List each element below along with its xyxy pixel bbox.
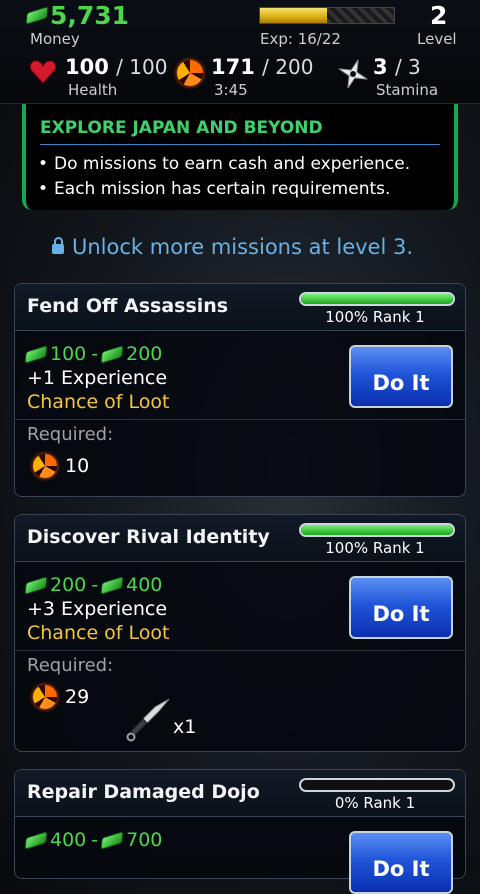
do-it-button[interactable]: Do It: [349, 831, 453, 894]
mastery-bar-fill: [301, 525, 453, 535]
energy-icon: [33, 454, 57, 478]
do-it-label: Do It: [372, 857, 430, 881]
required-label: Required:: [27, 655, 114, 676]
health-label: Health: [68, 81, 118, 99]
do-it-label: Do It: [372, 602, 430, 626]
cash-separator: -: [91, 574, 99, 596]
intro-bullets: Do missions to earn cash and experience.…: [38, 152, 410, 202]
do-it-button[interactable]: Do It: [349, 576, 453, 639]
stamina-max: / 3: [394, 55, 421, 79]
experience-label: Exp: 16/22: [260, 30, 341, 48]
intro-title: EXPLORE JAPAN AND BEYOND: [40, 118, 323, 138]
experience-bar-empty: [327, 8, 394, 23]
energy-required: 29: [65, 686, 90, 708]
money-label: Money: [30, 30, 80, 48]
required-label: Required:: [27, 424, 114, 445]
mastery-bar-fill: [301, 294, 453, 304]
loot-chance: Chance of Loot: [27, 622, 170, 644]
cash-separator: -: [91, 343, 99, 365]
do-it-button[interactable]: Do It: [349, 345, 453, 408]
cash-icon: [101, 831, 123, 849]
cash-icon: [101, 345, 123, 363]
health-value: 100 / 100: [65, 55, 167, 79]
mission-title: Fend Off Assassins: [27, 295, 229, 317]
cash-reward: 400 - 700: [25, 829, 163, 851]
intro-divider: [40, 144, 440, 145]
mission-card: Discover Rival Identity 100% Rank 1 200 …: [14, 514, 466, 752]
mission-card: Fend Off Assassins 100% Rank 1 100 - 200…: [14, 283, 466, 497]
cash-max: 200: [126, 343, 163, 365]
cash-icon: [26, 7, 48, 24]
experience-bar: [259, 7, 395, 24]
cash-max: 700: [126, 829, 163, 851]
mission-title: Discover Rival Identity: [27, 526, 270, 548]
unlock-notice: Unlock more missions at level 3.: [52, 235, 413, 259]
experience-reward: +3 Experience: [27, 598, 168, 620]
energy-required: 10: [65, 455, 90, 477]
heart-icon: [30, 60, 56, 84]
intro-bullet: Do missions to earn cash and experience.: [38, 152, 410, 177]
loot-chance: Chance of Loot: [27, 391, 170, 413]
cash-separator: -: [91, 829, 99, 851]
health-current: 100: [65, 55, 109, 79]
mastery-bar: [299, 292, 455, 306]
required-divider: [15, 650, 465, 651]
energy-icon: [177, 60, 203, 86]
health-max: / 100: [116, 55, 168, 79]
mission-header: Discover Rival Identity 100% Rank 1: [15, 515, 465, 562]
cash-reward: 200 - 400: [25, 574, 163, 596]
stamina-current: 3: [373, 55, 388, 79]
stamina-value: 3 / 3: [373, 55, 421, 79]
intro-bullet: Each mission has certain requirements.: [38, 177, 410, 202]
cash-min: 200: [50, 574, 87, 596]
energy-current: 171: [211, 55, 255, 79]
lock-icon: [52, 237, 64, 254]
cash-icon: [25, 576, 47, 594]
money-value: 5,731: [26, 1, 130, 30]
cash-icon: [25, 831, 47, 849]
energy-icon: [33, 685, 57, 709]
energy-timer: 3:45: [214, 81, 248, 99]
energy-max: / 200: [262, 55, 314, 79]
mission-title: Repair Damaged Dojo: [27, 781, 260, 803]
cash-max: 400: [126, 574, 163, 596]
mastery-rank: 0% Rank 1: [334, 794, 416, 812]
mastery-bar: [299, 523, 455, 537]
mission-card: Repair Damaged Dojo 0% Rank 1 400 - 700 …: [14, 769, 466, 894]
cash-icon: [25, 345, 47, 363]
status-hud: 5,731 Money Exp: 16/22 2 Level 100 / 100…: [0, 0, 480, 104]
mission-header: Fend Off Assassins 100% Rank 1: [15, 284, 465, 331]
item-quantity: x1: [173, 716, 197, 738]
intro-panel: EXPLORE JAPAN AND BEYOND Do missions to …: [22, 104, 458, 210]
cash-min: 100: [50, 343, 87, 365]
cash-reward: 100 - 200: [25, 343, 163, 365]
cash-min: 400: [50, 829, 87, 851]
do-it-label: Do It: [372, 371, 430, 395]
mastery-bar: [299, 778, 455, 792]
experience-bar-fill: [260, 8, 327, 23]
mastery-rank: 100% Rank 1: [325, 539, 425, 557]
required-divider: [15, 419, 465, 420]
unlock-text: Unlock more missions at level 3.: [72, 235, 414, 259]
money-amount: 5,731: [50, 1, 130, 30]
level-label: Level: [417, 30, 457, 48]
mission-header: Repair Damaged Dojo 0% Rank 1: [15, 770, 465, 817]
stamina-label: Stamina: [376, 81, 439, 99]
mastery-rank: 100% Rank 1: [325, 308, 425, 326]
shuriken-icon: [338, 59, 368, 89]
experience-reward: +1 Experience: [27, 367, 168, 389]
cash-icon: [101, 576, 123, 594]
energy-value: 171 / 200: [211, 55, 313, 79]
level-value: 2: [430, 1, 448, 30]
kunai-icon: [126, 698, 170, 742]
